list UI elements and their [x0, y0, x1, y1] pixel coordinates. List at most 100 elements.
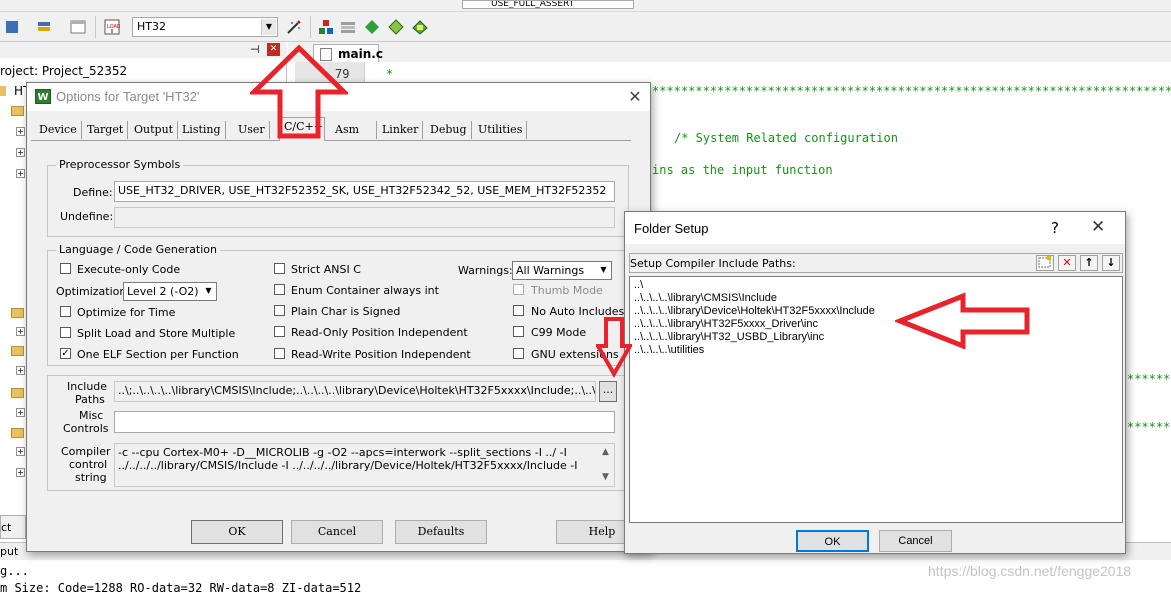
enum-container-label: Enum Container always int	[291, 284, 439, 297]
optimization-value: Level 2 (-O2)	[127, 285, 199, 298]
magic-wand-icon[interactable]	[286, 19, 302, 35]
expand-icon[interactable]: +	[16, 127, 25, 136]
books-icon[interactable]	[340, 19, 356, 35]
plain-char-checkbox[interactable]	[274, 305, 285, 316]
compiler-control-string[interactable]: -c --cpu Cortex-M0+ -D__MICROLIB -g -O2 …	[114, 443, 615, 487]
left-arrow-annotation	[895, 292, 1030, 350]
svg-text:LOAD: LOAD	[107, 24, 120, 30]
tab-target[interactable]: Target	[83, 121, 129, 139]
folder-ok-button[interactable]: OK	[796, 530, 869, 552]
close-icon[interactable]: ✕	[623, 86, 647, 108]
expand-icon[interactable]: +	[16, 408, 25, 417]
folder-setup-title: Folder Setup	[634, 221, 709, 236]
rw-pi-checkbox[interactable]	[274, 348, 285, 359]
cancel-button[interactable]: Cancel	[291, 520, 383, 544]
chevron-down-icon[interactable]: ▼	[261, 19, 276, 35]
grid-icon[interactable]	[6, 21, 18, 33]
ok-button[interactable]: OK	[191, 520, 283, 544]
define-combo[interactable]: USE_FULL_ASSERT	[462, 0, 634, 9]
target-select-value: HT32	[137, 20, 166, 33]
warnings-label: Warnings:	[458, 264, 513, 277]
execute-only-checkbox[interactable]	[60, 263, 71, 274]
gnu-extensions-checkbox[interactable]	[513, 348, 524, 359]
thumb-mode-label: Thumb Mode	[531, 284, 603, 297]
chevron-down-icon[interactable]: ▼	[201, 283, 216, 300]
pack-icon[interactable]	[412, 19, 428, 35]
execute-only-label: Execute-only Code	[77, 263, 181, 276]
project-tab[interactable]: ct	[0, 515, 26, 539]
split-load-label: Split Load and Store Multiple	[77, 327, 236, 340]
undefine-input[interactable]	[114, 207, 615, 228]
list-item[interactable]: ..\..\..\..\library\CMSIS\Include	[634, 292, 777, 304]
move-down-icon[interactable]: ↓	[1102, 255, 1120, 271]
one-elf-checkbox[interactable]: ✓	[60, 348, 71, 359]
chevron-down-icon[interactable]: ▼	[596, 262, 611, 279]
code-line: /* System Related configuration	[674, 131, 898, 145]
browse-include-paths-button[interactable]: ...	[599, 381, 617, 402]
expand-icon[interactable]: +	[16, 366, 25, 375]
tab-utilities[interactable]: Utilities	[474, 121, 528, 139]
expand-icon[interactable]: +	[16, 148, 25, 157]
load-icon[interactable]: LOAD	[104, 19, 121, 35]
one-elf-label: One ELF Section per Function	[77, 348, 239, 361]
manage-components-icon[interactable]	[318, 19, 334, 35]
down-arrow-annotation	[596, 317, 632, 378]
misc-controls-input[interactable]	[114, 411, 615, 433]
no-auto-includes-checkbox[interactable]	[513, 305, 524, 316]
pack-installer-icon[interactable]	[388, 19, 404, 35]
scroll-up-icon[interactable]: ▲	[599, 447, 612, 457]
optimization-select[interactable]: Level 2 (-O2) ▼	[123, 282, 217, 301]
expand-icon[interactable]: +	[16, 468, 25, 477]
folder-icon	[11, 106, 24, 116]
folder-icon	[0, 86, 6, 96]
expand-icon[interactable]: +	[16, 327, 25, 336]
include-paths-list[interactable]: ..\ ..\..\..\..\library\CMSIS\Include ..…	[629, 276, 1123, 523]
target-select[interactable]: HT32 ▼	[132, 17, 278, 37]
enum-container-checkbox[interactable]	[274, 284, 285, 295]
delete-icon[interactable]: ✕	[1058, 255, 1076, 271]
tab-output[interactable]: Output	[130, 121, 179, 139]
tab-device[interactable]: Device	[35, 121, 82, 139]
compiler-string-label: Compiler	[61, 445, 111, 458]
scroll-down-icon[interactable]: ▼	[599, 472, 612, 482]
optimization-label: Optimization:	[56, 285, 131, 298]
c99-mode-checkbox[interactable]	[513, 326, 524, 337]
strict-ansi-checkbox[interactable]	[274, 263, 285, 274]
optimize-time-checkbox[interactable]	[60, 306, 71, 317]
tab-debug[interactable]: Debug	[426, 121, 472, 139]
diamond-icon[interactable]	[364, 19, 380, 35]
layers-icon[interactable]	[36, 19, 52, 35]
ro-pi-checkbox[interactable]	[274, 326, 285, 337]
project-panel-header: ⊣ ✕	[0, 42, 287, 58]
tab-listing[interactable]: Listing	[178, 121, 226, 139]
define-input[interactable]: USE_HT32_DRIVER, USE_HT32F52352_SK, USE_…	[114, 181, 615, 202]
keil-app-icon: W	[35, 89, 51, 104]
optimize-time-label: Optimize for Time	[77, 306, 176, 319]
list-item[interactable]: ..\	[634, 279, 643, 291]
project-root[interactable]: roject: Project_52352	[0, 64, 127, 78]
window-icon[interactable]	[70, 19, 86, 35]
list-item[interactable]: ..\..\..\..\library\Device\Holtek\HT32F5…	[634, 305, 875, 317]
list-item[interactable]: ..\..\..\..\utilities	[634, 344, 704, 356]
warnings-select[interactable]: All Warnings ▼	[512, 261, 612, 280]
expand-icon[interactable]: +	[16, 447, 25, 456]
tab-linker[interactable]: Linker	[378, 121, 424, 139]
strict-ansi-label: Strict ANSI C	[291, 263, 361, 276]
split-load-checkbox[interactable]	[60, 327, 71, 338]
compiler-string-label-3: string	[75, 471, 107, 484]
help-icon[interactable]: ?	[1051, 219, 1059, 237]
expand-icon[interactable]: +	[16, 169, 25, 178]
list-item[interactable]: ..\..\..\..\library\HT32_USBD_Library\in…	[634, 331, 824, 343]
close-icon[interactable]: ✕	[1091, 217, 1105, 237]
project-tab-label: ct	[1, 521, 12, 534]
code-line: ****************************************…	[652, 84, 1171, 98]
include-paths-header-label: Setup Compiler Include Paths:	[630, 257, 796, 270]
list-item[interactable]: ..\..\..\..\library\HT32F5xxxx_Driver\in…	[634, 318, 818, 330]
misc-controls-label: Misc	[79, 409, 104, 422]
include-paths-input[interactable]: ..\;..\..\..\..\library\CMSIS\Include;..…	[114, 381, 596, 402]
thumb-mode-checkbox[interactable]	[513, 284, 524, 295]
new-folder-icon[interactable]	[1036, 255, 1054, 271]
defaults-button[interactable]: Defaults	[395, 520, 487, 544]
move-up-icon[interactable]: ↑	[1080, 255, 1098, 271]
folder-cancel-button[interactable]: Cancel	[879, 530, 952, 552]
